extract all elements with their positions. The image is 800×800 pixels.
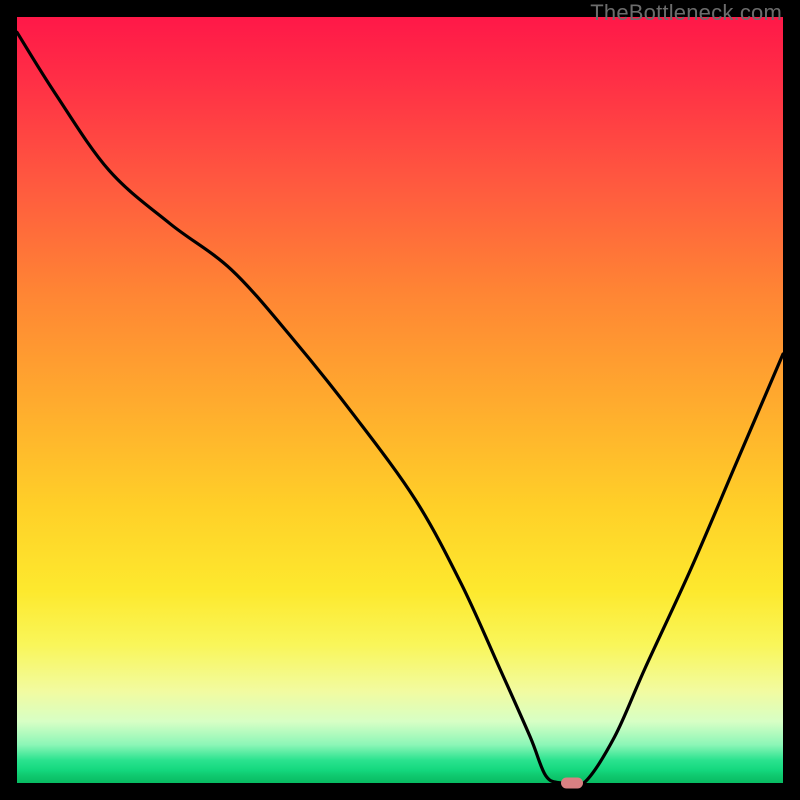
gradient-plot-area [17, 17, 783, 783]
chart-frame: TheBottleneck.com [0, 0, 800, 800]
optimal-marker [561, 778, 583, 789]
watermark-text: TheBottleneck.com [590, 0, 782, 26]
